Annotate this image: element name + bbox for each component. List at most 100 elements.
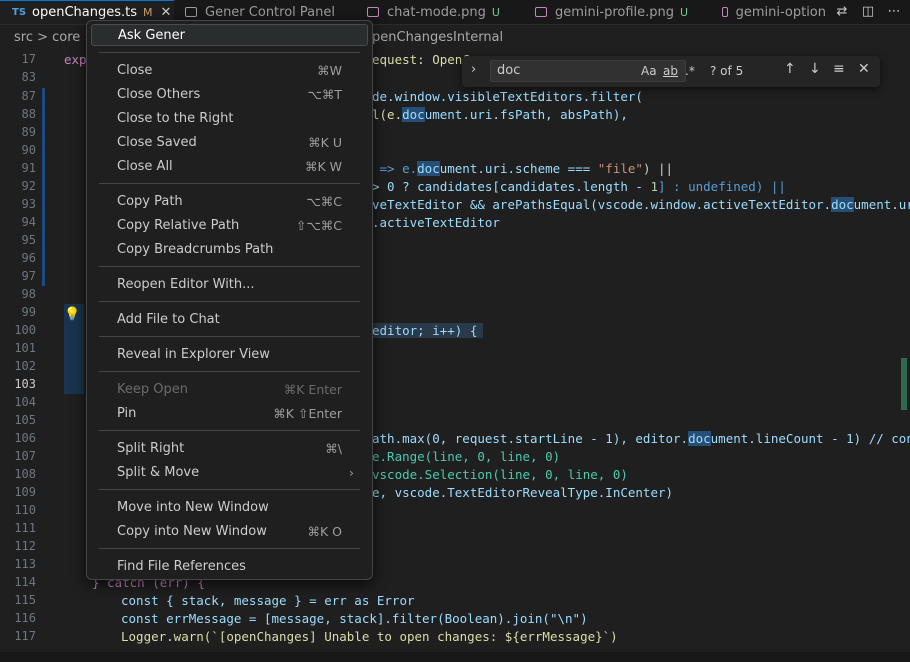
menu-item-label: Split Right bbox=[117, 440, 185, 456]
code-token: > 0 ? candidates[candidates.length - bbox=[372, 179, 651, 194]
menu-item-split-and-move[interactable]: Split & Move › bbox=[91, 461, 368, 483]
line-number: 115 bbox=[14, 593, 36, 607]
find-widget: › doc Aa ab .* ? of 5 ↑ ↓ ≡ ✕ bbox=[462, 56, 880, 87]
menu-item-label: Close Saved bbox=[117, 134, 197, 150]
line-number: 116 bbox=[14, 611, 36, 625]
menu-item-close-all[interactable]: Close All ⌘K W bbox=[91, 155, 368, 177]
menu-item-label: Close Others bbox=[117, 86, 201, 102]
menu-item-close-others[interactable]: Close Others ⌥⌘T bbox=[91, 83, 368, 105]
find-in-selection-icon[interactable]: ≡ bbox=[833, 61, 845, 77]
menu-item-copy-into-new-window[interactable]: Copy into New Window ⌘K O bbox=[91, 520, 368, 542]
close-find-icon[interactable]: ✕ bbox=[858, 61, 870, 77]
menu-item-copy-relative-path[interactable]: Copy Relative Path ⇧⌥⌘C bbox=[91, 214, 368, 236]
compare-changes-icon[interactable]: ⇄ bbox=[834, 4, 850, 20]
code-token: l(e. bbox=[372, 107, 403, 122]
menu-item-shortcut: ⌘K Enter bbox=[283, 381, 342, 397]
find-input-value: doc bbox=[497, 63, 521, 78]
line-number: 92 bbox=[21, 179, 36, 193]
untracked-badge: U bbox=[680, 5, 689, 19]
line-number: 110 bbox=[14, 503, 36, 517]
whole-word-toggle[interactable]: ab bbox=[663, 64, 678, 78]
close-tab-icon[interactable]: ✕ bbox=[161, 5, 172, 20]
menu-separator bbox=[99, 52, 360, 53]
menu-item-split-right[interactable]: Split Right ⌘\ bbox=[91, 437, 368, 459]
more-actions-icon[interactable]: ⋯ bbox=[886, 4, 902, 20]
regex-toggle[interactable]: .* bbox=[685, 64, 695, 78]
tab-chat-mode[interactable]: chat-mode.png U bbox=[367, 0, 500, 24]
menu-item-shortcut: ⌥⌘T bbox=[307, 86, 342, 102]
breadcrumb-path[interactable]: src > core > bbox=[14, 30, 95, 45]
match-case-toggle[interactable]: Aa bbox=[641, 64, 657, 78]
menu-item-close[interactable]: Close ⌘W bbox=[91, 59, 368, 81]
image-file-icon bbox=[535, 7, 547, 17]
menu-item-add-file-to-chat[interactable]: Add File to Chat bbox=[91, 308, 368, 330]
breadcrumb-symbol[interactable]: penChangesInternal bbox=[372, 30, 503, 50]
find-match: doc bbox=[417, 161, 440, 176]
menu-item-label: Reveal in Explorer View bbox=[117, 346, 270, 362]
scrollbar-indicator[interactable] bbox=[901, 358, 907, 410]
menu-item-close-saved[interactable]: Close Saved ⌘K U bbox=[91, 131, 368, 153]
menu-item-label: Keep Open bbox=[117, 381, 188, 397]
code-token: ) || bbox=[642, 161, 674, 176]
split-editor-icon[interactable]: ◫ bbox=[860, 4, 876, 20]
line-number: 98 bbox=[21, 287, 36, 301]
line-number: 117 bbox=[14, 629, 36, 643]
menu-item-label: Ask Gener bbox=[118, 27, 185, 43]
line-number: 107 bbox=[14, 449, 36, 463]
menu-item-close-to-right[interactable]: Close to the Right bbox=[91, 107, 368, 129]
menu-item-label: Reopen Editor With... bbox=[117, 276, 255, 292]
code-line: vscode.Selection(line, 0, line, 0) bbox=[372, 467, 628, 482]
lightbulb-icon[interactable]: 💡 bbox=[64, 307, 80, 322]
line-number: 106 bbox=[14, 431, 36, 445]
toggle-replace-icon[interactable]: › bbox=[471, 62, 476, 77]
match-count: ? of 5 bbox=[710, 64, 744, 78]
menu-separator bbox=[99, 266, 360, 267]
menu-item-copy-path[interactable]: Copy Path ⌥⌘C bbox=[91, 190, 368, 212]
line-number: 101 bbox=[14, 341, 36, 355]
tab-gemini-profile[interactable]: gemini-profile.png U bbox=[535, 0, 688, 24]
modified-badge: M bbox=[143, 6, 153, 19]
previous-match-icon[interactable]: ↑ bbox=[784, 61, 796, 77]
find-match: doc bbox=[402, 107, 425, 122]
panel-icon bbox=[185, 7, 197, 17]
menu-item-reveal-in-explorer[interactable]: Reveal in Explorer View bbox=[91, 343, 368, 365]
next-match-icon[interactable]: ↓ bbox=[809, 61, 821, 77]
menu-separator bbox=[99, 336, 360, 337]
menu-separator bbox=[99, 548, 360, 549]
line-number: 105 bbox=[14, 413, 36, 427]
breadcrumb[interactable]: src > core > bbox=[14, 30, 95, 50]
menu-item-shortcut: ⌘K U bbox=[308, 134, 342, 150]
menu-item-shortcut: ⌘W bbox=[317, 62, 342, 78]
gutter-modified-marker bbox=[42, 88, 45, 286]
tab-label: Gener Control Panel bbox=[205, 4, 335, 20]
code-token: ument.lineCount - 1) // conve bbox=[710, 431, 910, 446]
line-number-current: 103 bbox=[14, 377, 36, 391]
menu-item-label: Split & Move bbox=[117, 464, 200, 480]
code-line: editor; i++) { bbox=[372, 323, 484, 338]
line-number: 97 bbox=[21, 269, 36, 283]
line-number: 93 bbox=[21, 197, 36, 211]
menu-item-pin[interactable]: Pin ⌘K ⇧Enter bbox=[91, 402, 368, 424]
menu-item-keep-open: Keep Open ⌘K Enter bbox=[91, 378, 368, 400]
menu-separator bbox=[99, 430, 360, 431]
line-number: 102 bbox=[14, 359, 36, 373]
menu-item-shortcut: ⌘\ bbox=[325, 440, 342, 456]
menu-item-find-file-references[interactable]: Find File References bbox=[91, 555, 368, 577]
line-number: 90 bbox=[21, 143, 36, 157]
menu-item-move-into-new-window[interactable]: Move into New Window bbox=[91, 496, 368, 518]
code-token: => e. bbox=[372, 161, 418, 176]
menu-item-ask-gener[interactable]: Ask Gener bbox=[91, 24, 368, 46]
line-number: 89 bbox=[21, 125, 36, 139]
find-input[interactable]: doc bbox=[490, 60, 686, 82]
menu-item-shortcut: ⌘K W bbox=[304, 158, 342, 174]
menu-item-copy-breadcrumbs-path[interactable]: Copy Breadcrumbs Path bbox=[91, 238, 368, 260]
line-number: 88 bbox=[21, 107, 36, 121]
line-number: 83 bbox=[21, 70, 36, 84]
menu-item-label: Add File to Chat bbox=[117, 311, 220, 327]
code-token: ument.uri.scheme === bbox=[439, 161, 598, 176]
breadcrumb-symbol-label[interactable]: penChangesInternal bbox=[372, 30, 503, 45]
line-number: 87 bbox=[21, 89, 36, 103]
code-line: Logger.warn(`[openChanges] Unable to ope… bbox=[121, 629, 618, 644]
tab-gemini-option[interactable]: gemini-option bbox=[722, 0, 826, 24]
menu-item-reopen-editor-with[interactable]: Reopen Editor With... bbox=[91, 273, 368, 295]
